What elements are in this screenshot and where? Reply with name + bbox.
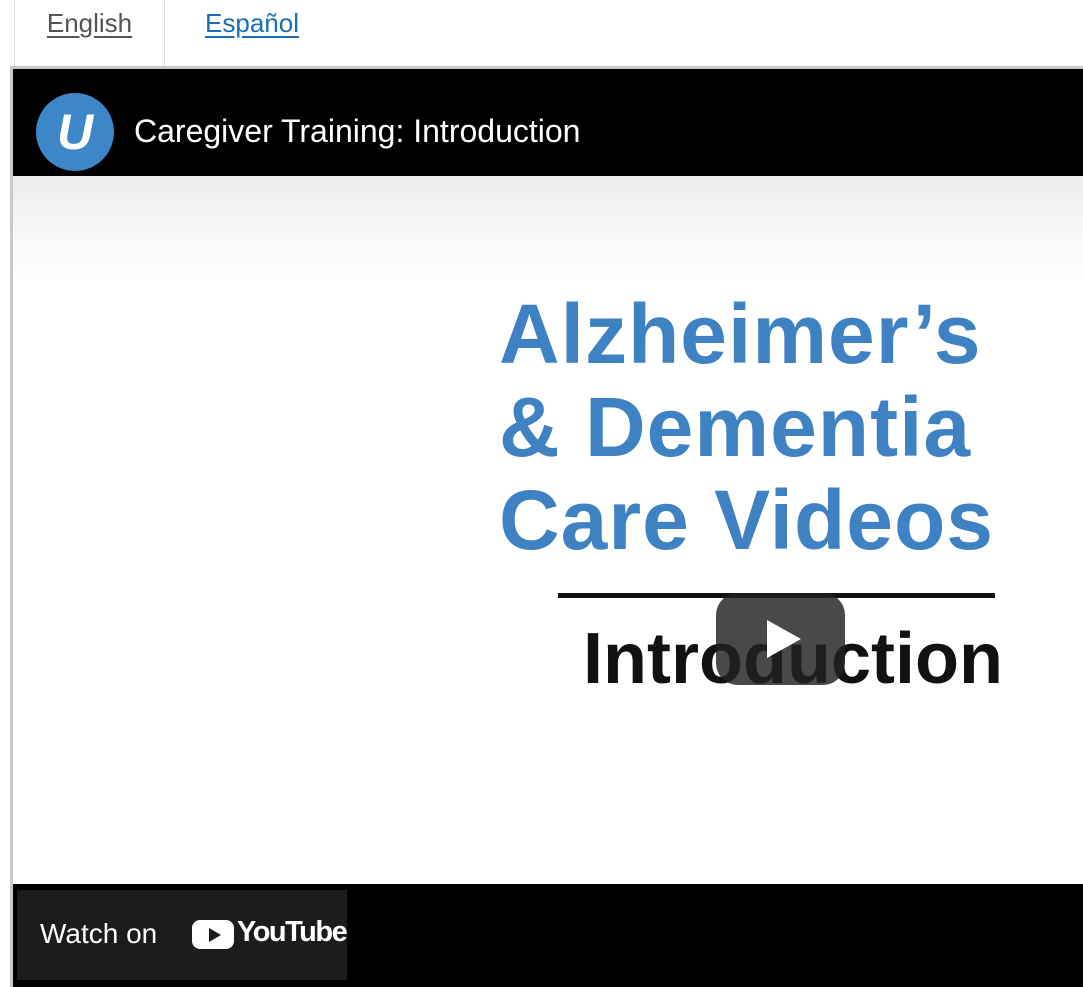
play-icon bbox=[766, 620, 801, 658]
slide-line-3: Care Videos bbox=[499, 473, 995, 567]
video-embed[interactable]: U Caregiver Training: Introduction Alzhe… bbox=[10, 66, 1083, 987]
slide-line-2: & Dementia bbox=[499, 380, 972, 474]
youtube-wordmark: YouTube bbox=[237, 916, 348, 948]
video-title-bar: U Caregiver Training: Introduction bbox=[13, 69, 1083, 176]
language-tabs: English Español bbox=[0, 0, 1083, 66]
slide-headline: Alzheimer’s & Dementia Care Videos bbox=[499, 288, 1059, 567]
play-button[interactable] bbox=[716, 593, 845, 685]
video-thumbnail[interactable]: Alzheimer’s & Dementia Care Videos Intro… bbox=[13, 176, 1083, 884]
slide-line-1: Alzheimer’s bbox=[499, 287, 982, 381]
tab-english[interactable]: English bbox=[14, 0, 165, 66]
channel-logo-letter: U bbox=[56, 104, 94, 160]
video-bottom-bar: Watch on YouTube bbox=[13, 884, 1083, 987]
channel-logo-icon[interactable]: U bbox=[36, 93, 114, 171]
tab-espanol[interactable]: Español bbox=[166, 0, 338, 66]
watch-on-label: Watch on bbox=[40, 918, 158, 949]
youtube-icon bbox=[192, 920, 234, 949]
video-title[interactable]: Caregiver Training: Introduction bbox=[134, 113, 580, 150]
watch-on-youtube-button[interactable]: Watch on YouTube bbox=[17, 890, 348, 980]
